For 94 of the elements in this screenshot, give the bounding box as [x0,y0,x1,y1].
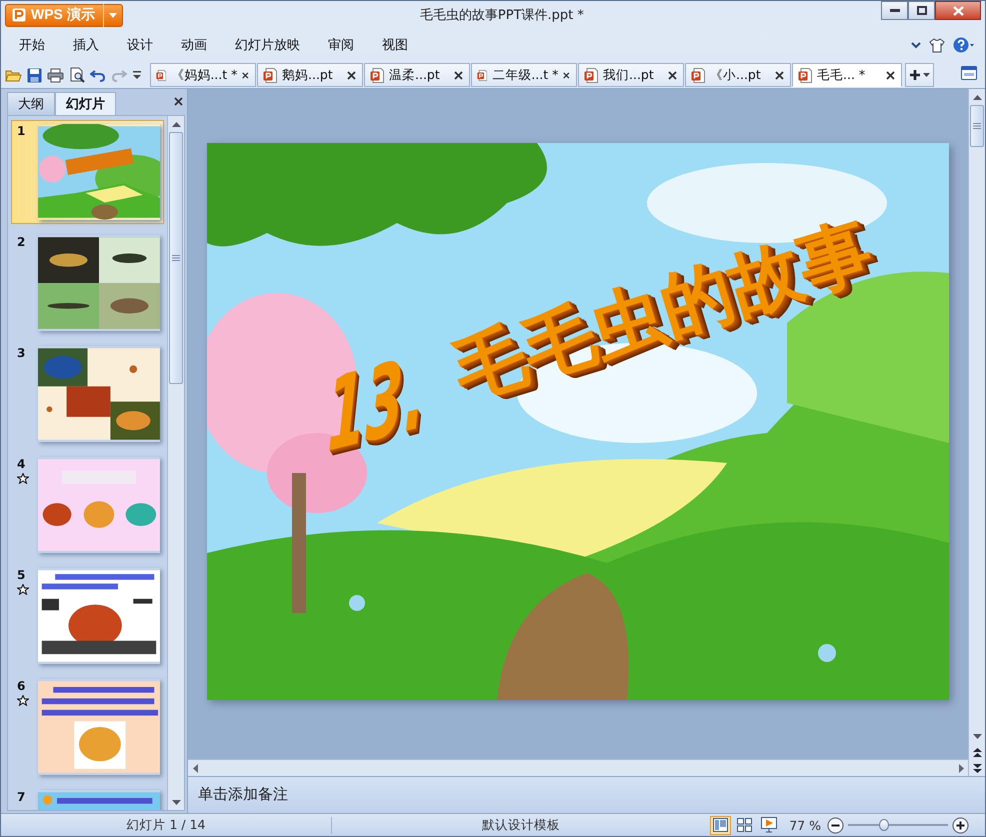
scrollbar-thumb[interactable] [169,132,183,384]
template-name: 默认设计模板 [481,816,562,834]
view-button[interactable] [758,816,780,834]
up-arrow-icon [972,94,982,100]
tab-close-icon[interactable] [886,70,895,80]
printer-icon[interactable] [47,68,64,82]
document-tab[interactable]: 温柔...pt [364,63,470,87]
app-name: WPS 演示 [31,6,95,24]
maximize-button[interactable] [908,1,935,20]
document-tab[interactable]: 二年级...t * [471,63,577,87]
slide-thumbnail[interactable]: 4 [11,453,164,557]
slide-number: 4 [17,457,26,471]
slide-counter: 幻灯片 1 / 14 [1,816,332,834]
up-arrow-icon [172,122,180,126]
close-icon [952,6,964,16]
save-icon[interactable] [27,68,42,82]
menu-item[interactable]: 开始 [5,32,59,58]
tab-close-icon[interactable] [454,70,463,80]
presentation-file-icon [691,68,705,82]
normal-view-icon [713,818,728,832]
grip-icon [172,255,180,261]
presentation-file-icon [798,68,812,82]
slide-number: 3 [17,346,26,360]
tab-close-icon[interactable] [347,70,356,80]
panel-tab[interactable]: 幻灯片 [55,92,116,115]
minimize-button[interactable] [881,1,908,20]
slide-thumbnail[interactable]: 1 [11,120,164,224]
menu-item[interactable]: 审阅 [314,32,368,58]
right-arrow-icon [958,764,964,772]
tab-close-icon[interactable] [668,70,677,80]
zoom-in-button[interactable] [952,816,969,834]
undo-icon[interactable] [90,68,106,82]
folder-icon[interactable] [5,68,22,82]
view-button[interactable] [710,816,732,834]
slide-title-wordart: 毛毛虫的故事 [442,205,882,416]
slide-number: 6 [17,679,26,693]
tab-close-icon[interactable] [242,70,249,80]
presentation-file-icon [263,68,277,82]
slide-number: 7 [17,790,26,804]
plus-icon [909,69,921,81]
document-tab[interactable]: 鹅妈...pt [257,63,363,87]
menu-item[interactable]: 动画 [167,32,221,58]
tab-close-icon[interactable] [563,70,570,80]
slide-thumbnail[interactable]: 7 [11,786,164,810]
window-title: 毛毛虫的故事PPT课件.ppt * [418,6,585,24]
maximize-icon [916,6,926,15]
caret-icon [108,12,117,18]
close-panel-icon[interactable] [174,97,183,106]
tab-close-icon[interactable] [775,70,784,80]
wps-logo-icon [12,8,26,22]
document-tab[interactable]: 我们...pt [578,63,684,87]
help-icon[interactable] [953,37,975,53]
presentation-file-icon [584,68,598,82]
zoom-slider-thumb[interactable] [879,819,889,831]
slide-number: 2 [17,235,26,249]
presentation-file-icon [156,68,166,82]
print-preview-icon[interactable] [69,67,85,83]
left-arrow-icon [192,764,198,772]
notes-field[interactable]: 单击添加备注 [188,777,985,813]
double-up-arrow-icon [972,748,982,756]
double-down-arrow-icon [972,764,982,772]
panel-tab[interactable]: 大纲 [7,92,55,115]
slide-thumbnail[interactable]: 3 [11,342,164,446]
new-tab-button[interactable] [905,63,934,87]
presentation-file-icon [477,68,488,82]
slide-thumbnail[interactable]: 2 [11,231,164,335]
window-layout-icon[interactable] [961,66,977,80]
shirt-icon[interactable] [929,38,945,52]
document-tab[interactable]: 《妈妈...t * [150,63,256,87]
slide-number-wordart: 13. [327,333,424,475]
slide-number: 5 [17,568,26,582]
zoom-percent: 77 % [789,818,821,832]
presentation-file-icon [370,68,384,82]
document-tab[interactable]: 毛毛... * [792,63,902,87]
grid-view-icon [737,818,752,832]
document-tab[interactable]: 《小...pt [685,63,791,87]
menu-item[interactable]: 视图 [368,32,422,58]
slide-thumbnail[interactable]: 5 [11,564,164,668]
menu-item[interactable]: 幻灯片放映 [221,32,314,58]
menu-item[interactable]: 插入 [59,32,113,58]
slide-thumbnail[interactable]: 6 [11,675,164,779]
close-button[interactable] [935,1,981,20]
minimize-icon [890,8,900,12]
caret-icon [923,73,930,77]
scrollbar-thumb[interactable] [970,105,984,147]
slide-number: 1 [17,124,26,138]
down-arrow-icon [972,734,982,738]
grip-icon [973,123,981,129]
chevron-down-icon[interactable] [911,42,921,48]
zoom-out-button[interactable] [827,816,844,834]
down-arrow-icon [172,800,180,804]
slideshow-icon [760,817,777,833]
toolbar-menu-icon[interactable] [132,69,142,81]
menu-item[interactable]: 设计 [113,32,167,58]
